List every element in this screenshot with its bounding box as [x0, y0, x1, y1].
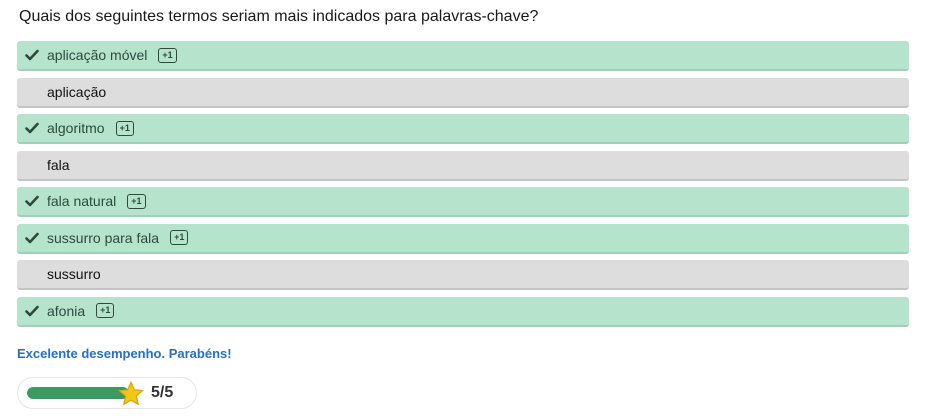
option-aplicacao-movel[interactable]: aplicação móvel +1	[17, 41, 909, 71]
option-algoritmo[interactable]: algoritmo +1	[17, 114, 909, 144]
option-sussurro[interactable]: sussurro	[17, 260, 909, 290]
option-sussurro-para-fala[interactable]: sussurro para fala +1	[17, 223, 909, 254]
check-icon	[17, 232, 47, 244]
points-badge: +1	[127, 193, 146, 209]
option-label: sussurro para fala	[47, 229, 160, 246]
score-text: 5/5	[151, 384, 174, 401]
points-badge: +1	[96, 303, 115, 318]
check-icon	[17, 122, 47, 134]
option-aplicacao[interactable]: aplicação	[17, 77, 909, 108]
option-label: fala natural	[47, 193, 117, 209]
option-label: aplicação	[47, 83, 107, 100]
option-label: aplicação móvel	[47, 47, 148, 63]
feedback-message: Excelente desempenho. Parabéns!	[17, 346, 232, 361]
points-badge: +1	[170, 230, 189, 245]
option-label: afonia	[47, 302, 86, 319]
score-indicator: 5/5	[17, 377, 197, 409]
option-fala-natural[interactable]: fala natural +1	[17, 187, 909, 217]
question-text: Quais dos seguintes termos seriam mais i…	[19, 8, 539, 25]
points-badge: +1	[115, 120, 134, 136]
option-label: sussurro	[47, 266, 101, 282]
score-progress-bar	[27, 387, 129, 399]
check-icon	[17, 195, 47, 207]
star-icon	[118, 381, 144, 405]
check-icon	[17, 305, 47, 317]
check-icon	[17, 49, 47, 61]
option-label: fala	[47, 156, 70, 173]
points-badge: +1	[158, 47, 177, 63]
option-fala[interactable]: fala	[17, 150, 909, 181]
answer-options: aplicação móvel +1 aplicação algoritmo +…	[17, 41, 909, 333]
option-afonia[interactable]: afonia +1	[17, 296, 909, 327]
score-progress-fill	[27, 387, 129, 399]
option-label: algoritmo	[47, 120, 105, 136]
